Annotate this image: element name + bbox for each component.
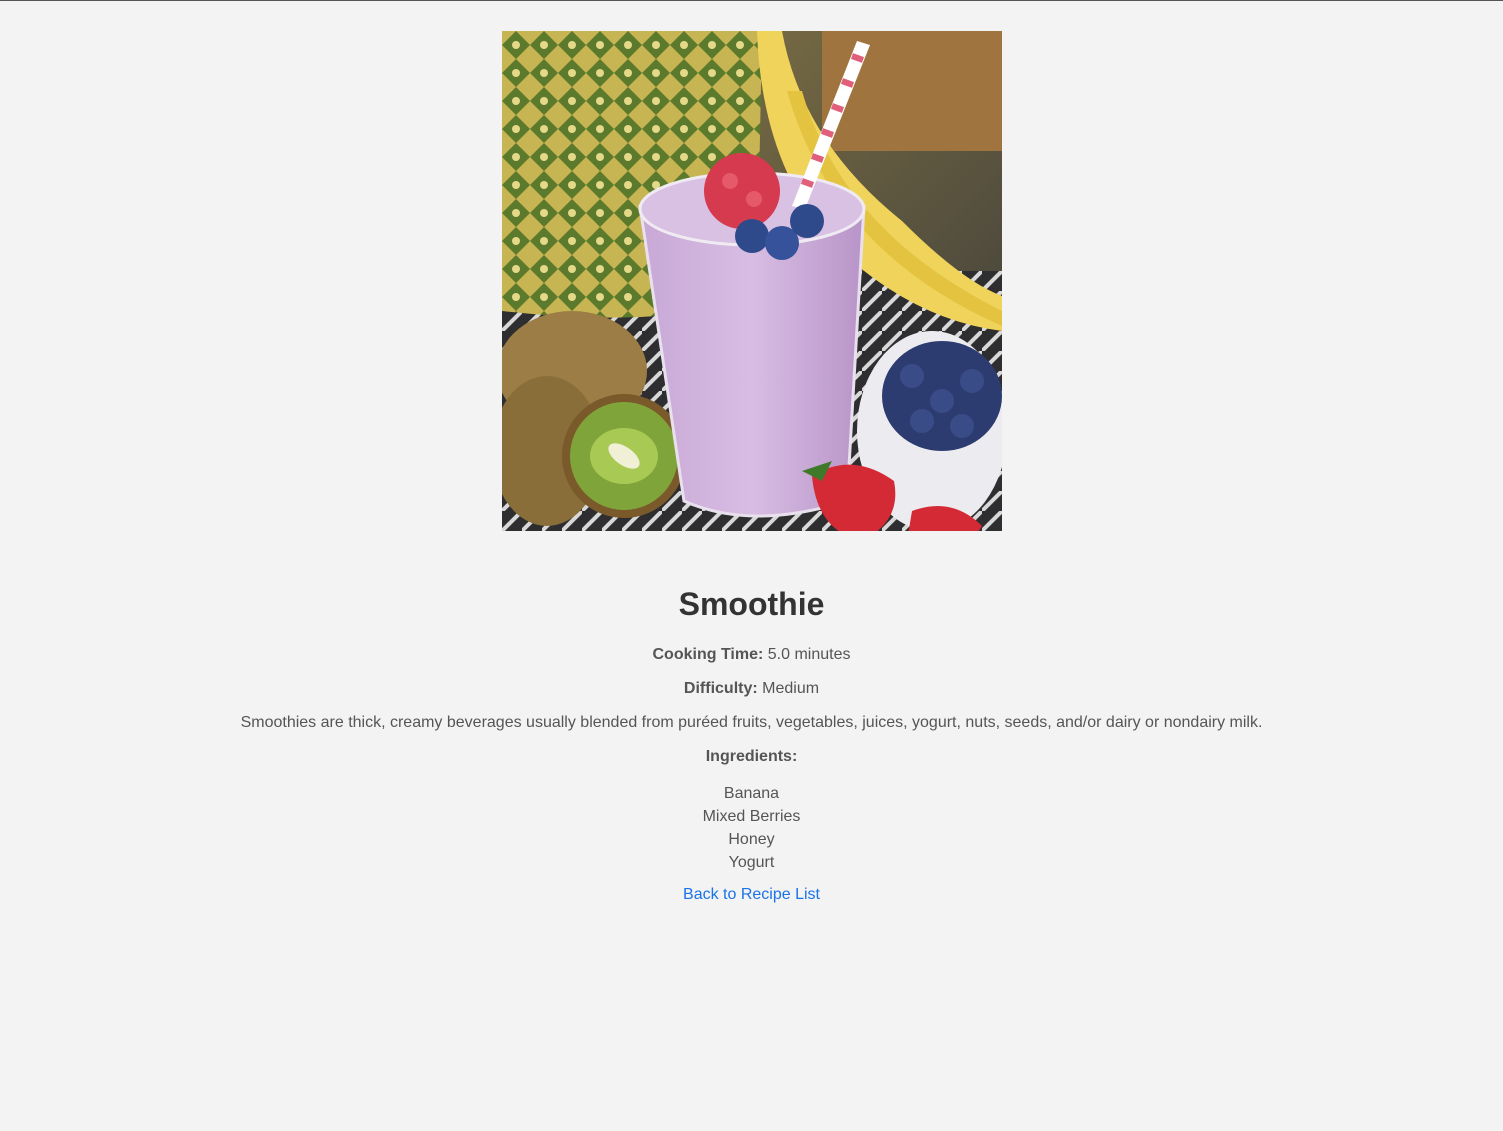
recipe-title: Smoothie bbox=[678, 586, 825, 622]
cooking-time: Cooking Time: 5.0 minutes bbox=[0, 646, 1503, 664]
cooking-time-label: Cooking Time: bbox=[652, 646, 764, 663]
ingredients-list: Banana Mixed Berries Honey Yogurt bbox=[0, 782, 1503, 874]
recipe-description: Smoothies are thick, creamy beverages us… bbox=[240, 714, 1263, 731]
list-item: Mixed Berries bbox=[702, 808, 801, 825]
list-item: Honey bbox=[728, 831, 775, 848]
ingredients-label: Ingredients: bbox=[705, 748, 798, 765]
difficulty: Difficulty: Medium bbox=[0, 680, 1503, 698]
difficulty-label: Difficulty: bbox=[683, 680, 758, 697]
difficulty-value: Medium bbox=[762, 680, 820, 697]
back-to-recipe-list-link[interactable]: Back to Recipe List bbox=[683, 886, 820, 904]
cooking-time-value: 5.0 minutes bbox=[767, 646, 851, 663]
recipe-detail: Smoothie Cooking Time: 5.0 minutes Diffi… bbox=[0, 31, 1503, 904]
list-item: Yogurt bbox=[728, 854, 775, 871]
ingredients-heading: Ingredients: bbox=[0, 748, 1503, 766]
smoothie-photo bbox=[501, 31, 1002, 531]
list-item: Banana bbox=[723, 785, 780, 802]
recipe-image bbox=[501, 31, 1002, 531]
